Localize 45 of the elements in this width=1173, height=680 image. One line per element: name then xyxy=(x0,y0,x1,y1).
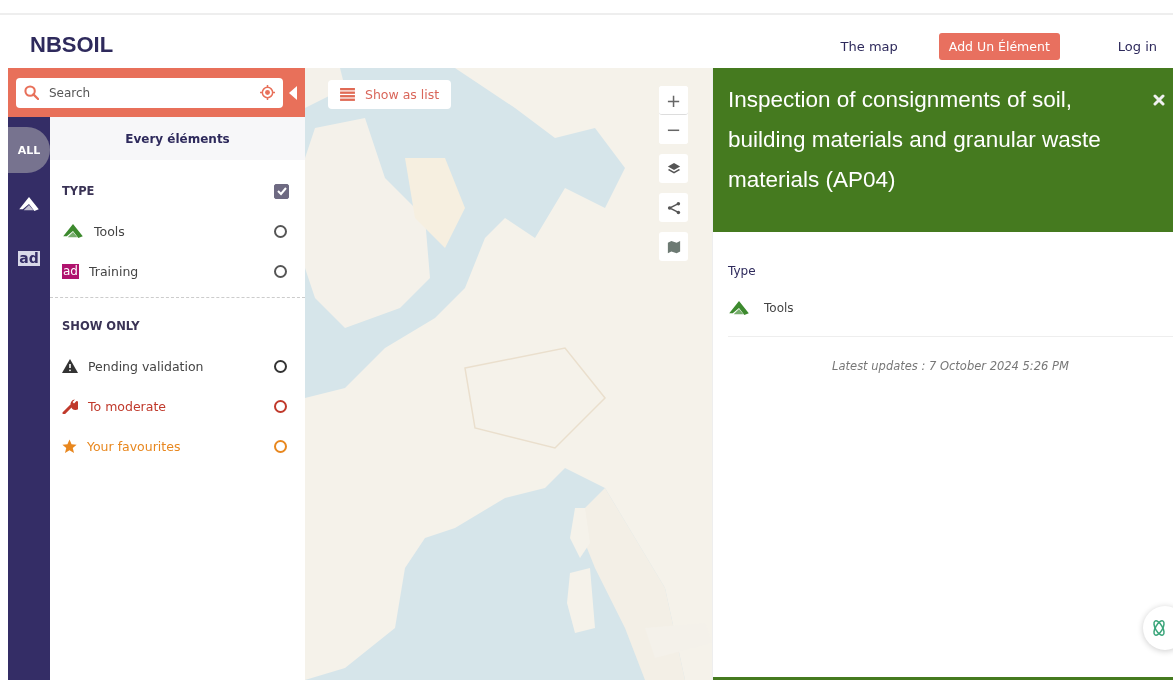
chevron-icon xyxy=(18,196,40,212)
nav-link[interactable]: Log in xyxy=(1117,39,1157,54)
share-icon xyxy=(666,200,681,215)
list-icon xyxy=(340,88,355,101)
element-title: Inspection of consignments of soil, building materials and granular waste materials (AP04) xyxy=(728,86,1102,194)
map-icon xyxy=(666,239,681,254)
field-value: Tools xyxy=(764,301,794,315)
badge-icon: ad xyxy=(18,250,40,266)
section-heading: TYPE xyxy=(62,184,95,198)
locate-icon xyxy=(260,85,275,100)
chevron-icon xyxy=(62,223,84,239)
radio-button[interactable] xyxy=(274,439,287,453)
wrench-icon xyxy=(62,398,78,414)
chevron-icon xyxy=(728,300,750,316)
zoom-in-button[interactable]: + xyxy=(659,86,688,115)
radio-button[interactable] xyxy=(274,359,287,373)
logo: NBSOIL xyxy=(30,31,114,58)
filter-label[interactable]: Pending validation xyxy=(88,358,204,374)
layers-icon xyxy=(666,161,681,176)
nav-link[interactable]: The map xyxy=(840,39,898,54)
panel-title: Every éléments xyxy=(50,117,305,160)
update-date: Latest updates : 7 October 2024 5:26 PM xyxy=(831,359,1070,373)
radio-button[interactable] xyxy=(274,399,287,413)
warning-icon xyxy=(62,359,78,373)
layers-button[interactable] xyxy=(659,154,688,183)
star-icon xyxy=(62,438,77,454)
add-element-button[interactable]: Add Un Élément xyxy=(938,33,1060,60)
radio-button[interactable] xyxy=(274,264,287,278)
close-icon[interactable] xyxy=(1153,94,1165,106)
collapse-icon[interactable] xyxy=(289,85,297,100)
search-box[interactable]: Search xyxy=(16,77,283,108)
field-label: Type xyxy=(728,264,757,278)
filter-label[interactable]: To moderate xyxy=(88,398,166,414)
show-as-list-button[interactable]: Show as list xyxy=(328,80,452,109)
basemap-button[interactable] xyxy=(659,232,688,261)
category-tab[interactable]: ad xyxy=(8,235,50,281)
filter-label[interactable]: Training xyxy=(89,263,139,279)
category-tab[interactable]: ALL xyxy=(8,127,50,173)
badge-icon: ad xyxy=(62,263,79,279)
search-icon xyxy=(24,85,39,100)
section-heading: SHOW ONLY xyxy=(62,319,140,333)
radio-button[interactable] xyxy=(274,224,287,238)
share-button[interactable] xyxy=(659,193,688,222)
filter-label[interactable]: Tools xyxy=(94,223,125,239)
checkbox[interactable] xyxy=(274,183,289,199)
